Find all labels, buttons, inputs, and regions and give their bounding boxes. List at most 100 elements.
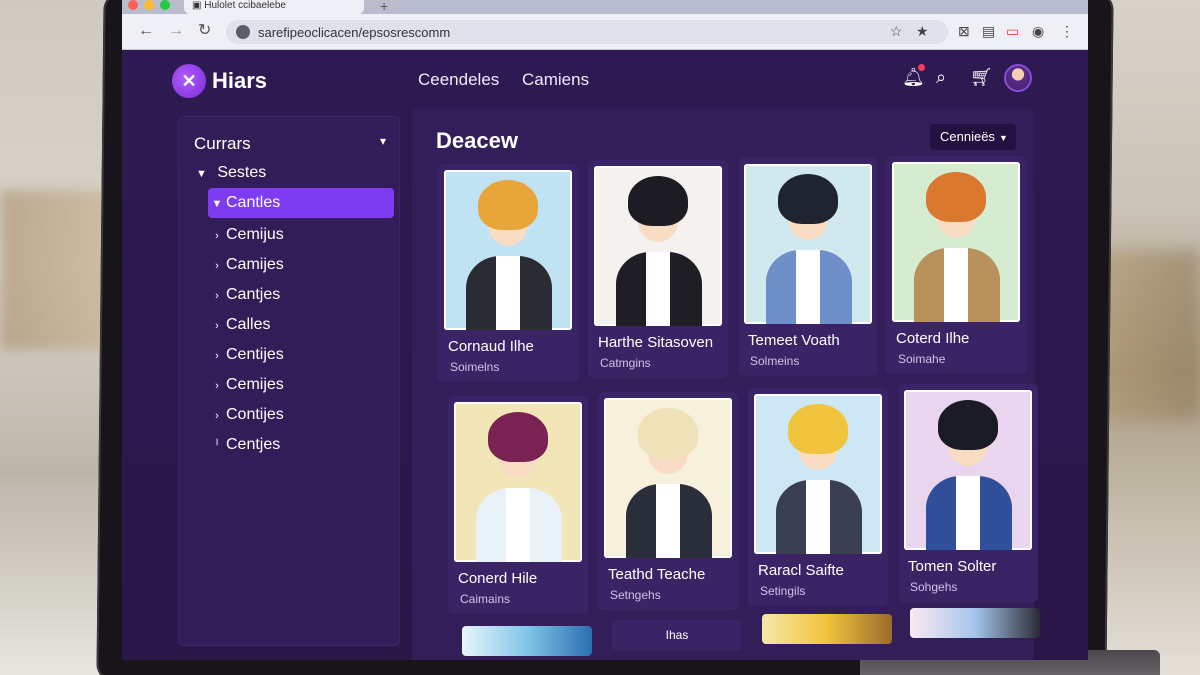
close-window-icon[interactable] [128,0,138,10]
comic-title[interactable]: Raracl Saifte [758,562,844,579]
app-window: ✕ Hiars Ceendeles Camiens 🔔︎ ⌕ 🛒︎ Currar… [122,50,1088,660]
chevron-right-icon: › [215,320,219,332]
user-avatar[interactable] [1004,64,1032,92]
sidebar-item-camijes[interactable]: › Camijes [208,250,394,280]
tree-line-icon: ╵ [213,440,221,452]
comic-cover-image[interactable] [744,164,872,324]
comic-subtitle: Solmeins [750,354,800,368]
sidebar-item-label: Centijes [226,346,284,363]
comic-card[interactable]: Raracl Saifte Setingils [748,388,888,606]
comic-card-partial[interactable] [462,626,592,656]
bookmark-star-icon[interactable]: ☆ [890,24,903,38]
sidebar-item-contijes[interactable]: › Contijes [208,400,394,430]
sidebar-item-centijes[interactable]: › Centijes [208,340,394,370]
comic-title[interactable]: Harthe Sitasoven [598,334,713,351]
nav-link-ceendeles[interactable]: Ceendeles [418,70,499,90]
sidebar-item-cemijes[interactable]: › Cemijes [208,370,394,400]
comic-card-partial[interactable]: Ihas [612,620,742,650]
back-icon[interactable]: ← [138,23,154,39]
sidebar-group-sestes[interactable]: ▼ Sestes [196,164,266,182]
sidebar-item-label: Calles [226,316,271,333]
browser-tabstrip: ▣ Hulolet ccibaelebe + [122,0,1088,14]
comic-subtitle: Setingils [760,584,806,598]
comic-cover-image[interactable] [454,402,582,562]
clipboard-icon[interactable]: ▤ [982,24,995,38]
sidebar-item-label: Cemijes [226,376,284,393]
sidebar-group-label: Sestes [217,164,267,181]
comic-card[interactable]: Conerd Hile Caimains [448,396,588,614]
maximize-window-icon[interactable] [160,0,170,10]
comic-card[interactable]: Cornaud Ilhe Soimelns [438,164,578,382]
caret-down-icon: ▼ [196,168,207,180]
logo-icon[interactable]: ✕ [172,64,206,98]
chevron-right-icon: › [215,350,219,362]
comic-title[interactable]: Conerd Hile [458,570,537,587]
comic-cover-image[interactable] [594,166,722,326]
comic-cover-image[interactable] [892,162,1020,322]
caret-down-icon: ▼ [211,198,223,210]
sort-dropdown[interactable]: Cennieës ▼ [930,124,1016,150]
comic-cover-image[interactable] [604,398,732,558]
cart-icon[interactable]: 🛒︎ [970,67,993,87]
comic-card[interactable]: Coterd Ilhe Soimahe [886,156,1026,374]
chevron-right-icon: › [215,380,219,392]
sidebar-item-label: Centjes [226,436,281,453]
chevron-down-icon[interactable]: ▾ [380,134,386,148]
site-info-icon[interactable] [236,25,250,39]
chevron-down-icon: ▼ [998,133,1008,143]
browser-toolbar: ← → ↻ sarefipeoclicacen/epsosrescomm ☆ ★… [122,14,1088,50]
minimize-window-icon[interactable] [144,0,154,10]
sidebar-header[interactable]: Currars [194,134,251,154]
sidebar-item-calles[interactable]: › Calles [208,310,394,340]
chevron-right-icon: › [215,290,219,302]
sidebar-item-cemijus[interactable]: › Cemijus [208,220,394,250]
notification-badge [918,64,925,71]
sidebar-item-cantles[interactable]: ▼ Cantles [208,188,394,218]
comic-card-partial[interactable] [910,608,1040,638]
sidebar: Currars ▾ ▼ Sestes ▼ Cantles › Cemijus › Ca… [178,116,400,646]
comic-title[interactable]: Temeet Voath [748,332,840,349]
comic-title[interactable]: Tomen Solter [908,558,996,575]
comic-subtitle: Soimahe [898,352,946,366]
comic-subtitle: Setngehs [610,588,661,602]
comic-subtitle: Soimelns [450,360,500,374]
logo-text[interactable]: Hiars [212,68,267,94]
comic-card[interactable]: Temeet Voath Solmeins [738,158,878,376]
comic-card[interactable]: Teathd Teache Setngehs [598,392,738,610]
comic-title[interactable]: Teathd Teache [608,566,705,583]
comic-cover-image[interactable] [444,170,572,330]
comic-card-partial[interactable] [762,614,892,644]
forward-icon[interactable]: → [168,23,184,39]
comic-subtitle: Sohgehs [910,580,958,594]
browser-menu-icon[interactable]: ⋮ [1060,24,1074,38]
page-title: Deacew [436,128,518,153]
sidebar-item-label: Cemijus [226,226,284,243]
comic-subtitle: Caimains [460,592,511,606]
sidebar-item-centjes[interactable]: ╵ Centjes [208,430,394,460]
extension-icon[interactable]: ⊠ [958,24,970,38]
bookmark-filled-star-icon[interactable]: ★ [916,24,929,38]
partial-card-label: Ihas [665,628,689,642]
new-tab-icon[interactable]: + [380,0,388,14]
nav-link-camiens[interactable]: Camiens [522,70,589,90]
sort-dropdown-label: Cennieës [940,129,995,144]
comic-title[interactable]: Coterd Ilhe [896,330,969,347]
comic-cover-image[interactable] [904,390,1032,550]
sidebar-item-cantjes[interactable]: › Cantjes [208,280,394,310]
pdf-extension-icon[interactable]: ▭ [1006,24,1019,38]
url-text[interactable]: sarefipeoclicacen/epsosrescomm [258,25,450,40]
address-bar[interactable]: sarefipeoclicacen/epsosrescomm ☆ ★ [226,20,948,44]
comic-card[interactable]: Tomen Solter Sohgehs [898,384,1038,602]
comic-title[interactable]: Cornaud Ilhe [448,338,534,355]
profile-icon[interactable]: ◉ [1032,24,1044,38]
tab-title: Hulolet ccibaelebe [204,0,286,11]
reload-icon[interactable]: ↻ [198,23,211,39]
laptop-screen: ▣ Hulolet ccibaelebe + ← → ↻ sarefipeocl… [122,0,1088,660]
comic-cover-image[interactable] [754,394,882,554]
browser-tab[interactable]: ▣ Hulolet ccibaelebe [184,0,364,14]
chevron-right-icon: › [215,230,219,242]
search-icon[interactable]: ⌕ [936,67,946,87]
comic-subtitle: Catmgins [600,356,651,370]
sidebar-item-label: Camijes [226,256,284,273]
comic-card[interactable]: Harthe Sitasoven Catmgins [588,160,728,378]
